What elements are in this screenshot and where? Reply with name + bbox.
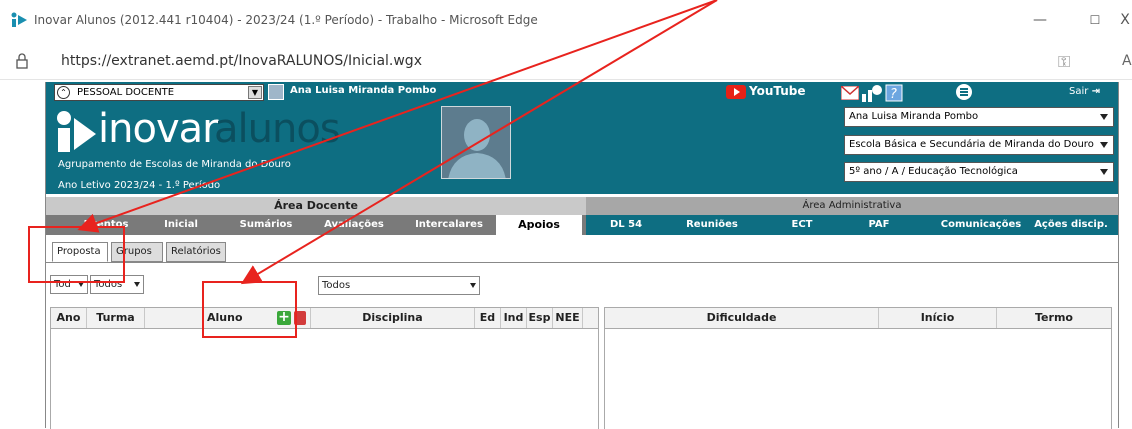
annotation-arrow-1 bbox=[77, 0, 718, 233]
annotation-arrows bbox=[77, 0, 718, 285]
annotation-arrow-2 bbox=[240, 0, 718, 285]
